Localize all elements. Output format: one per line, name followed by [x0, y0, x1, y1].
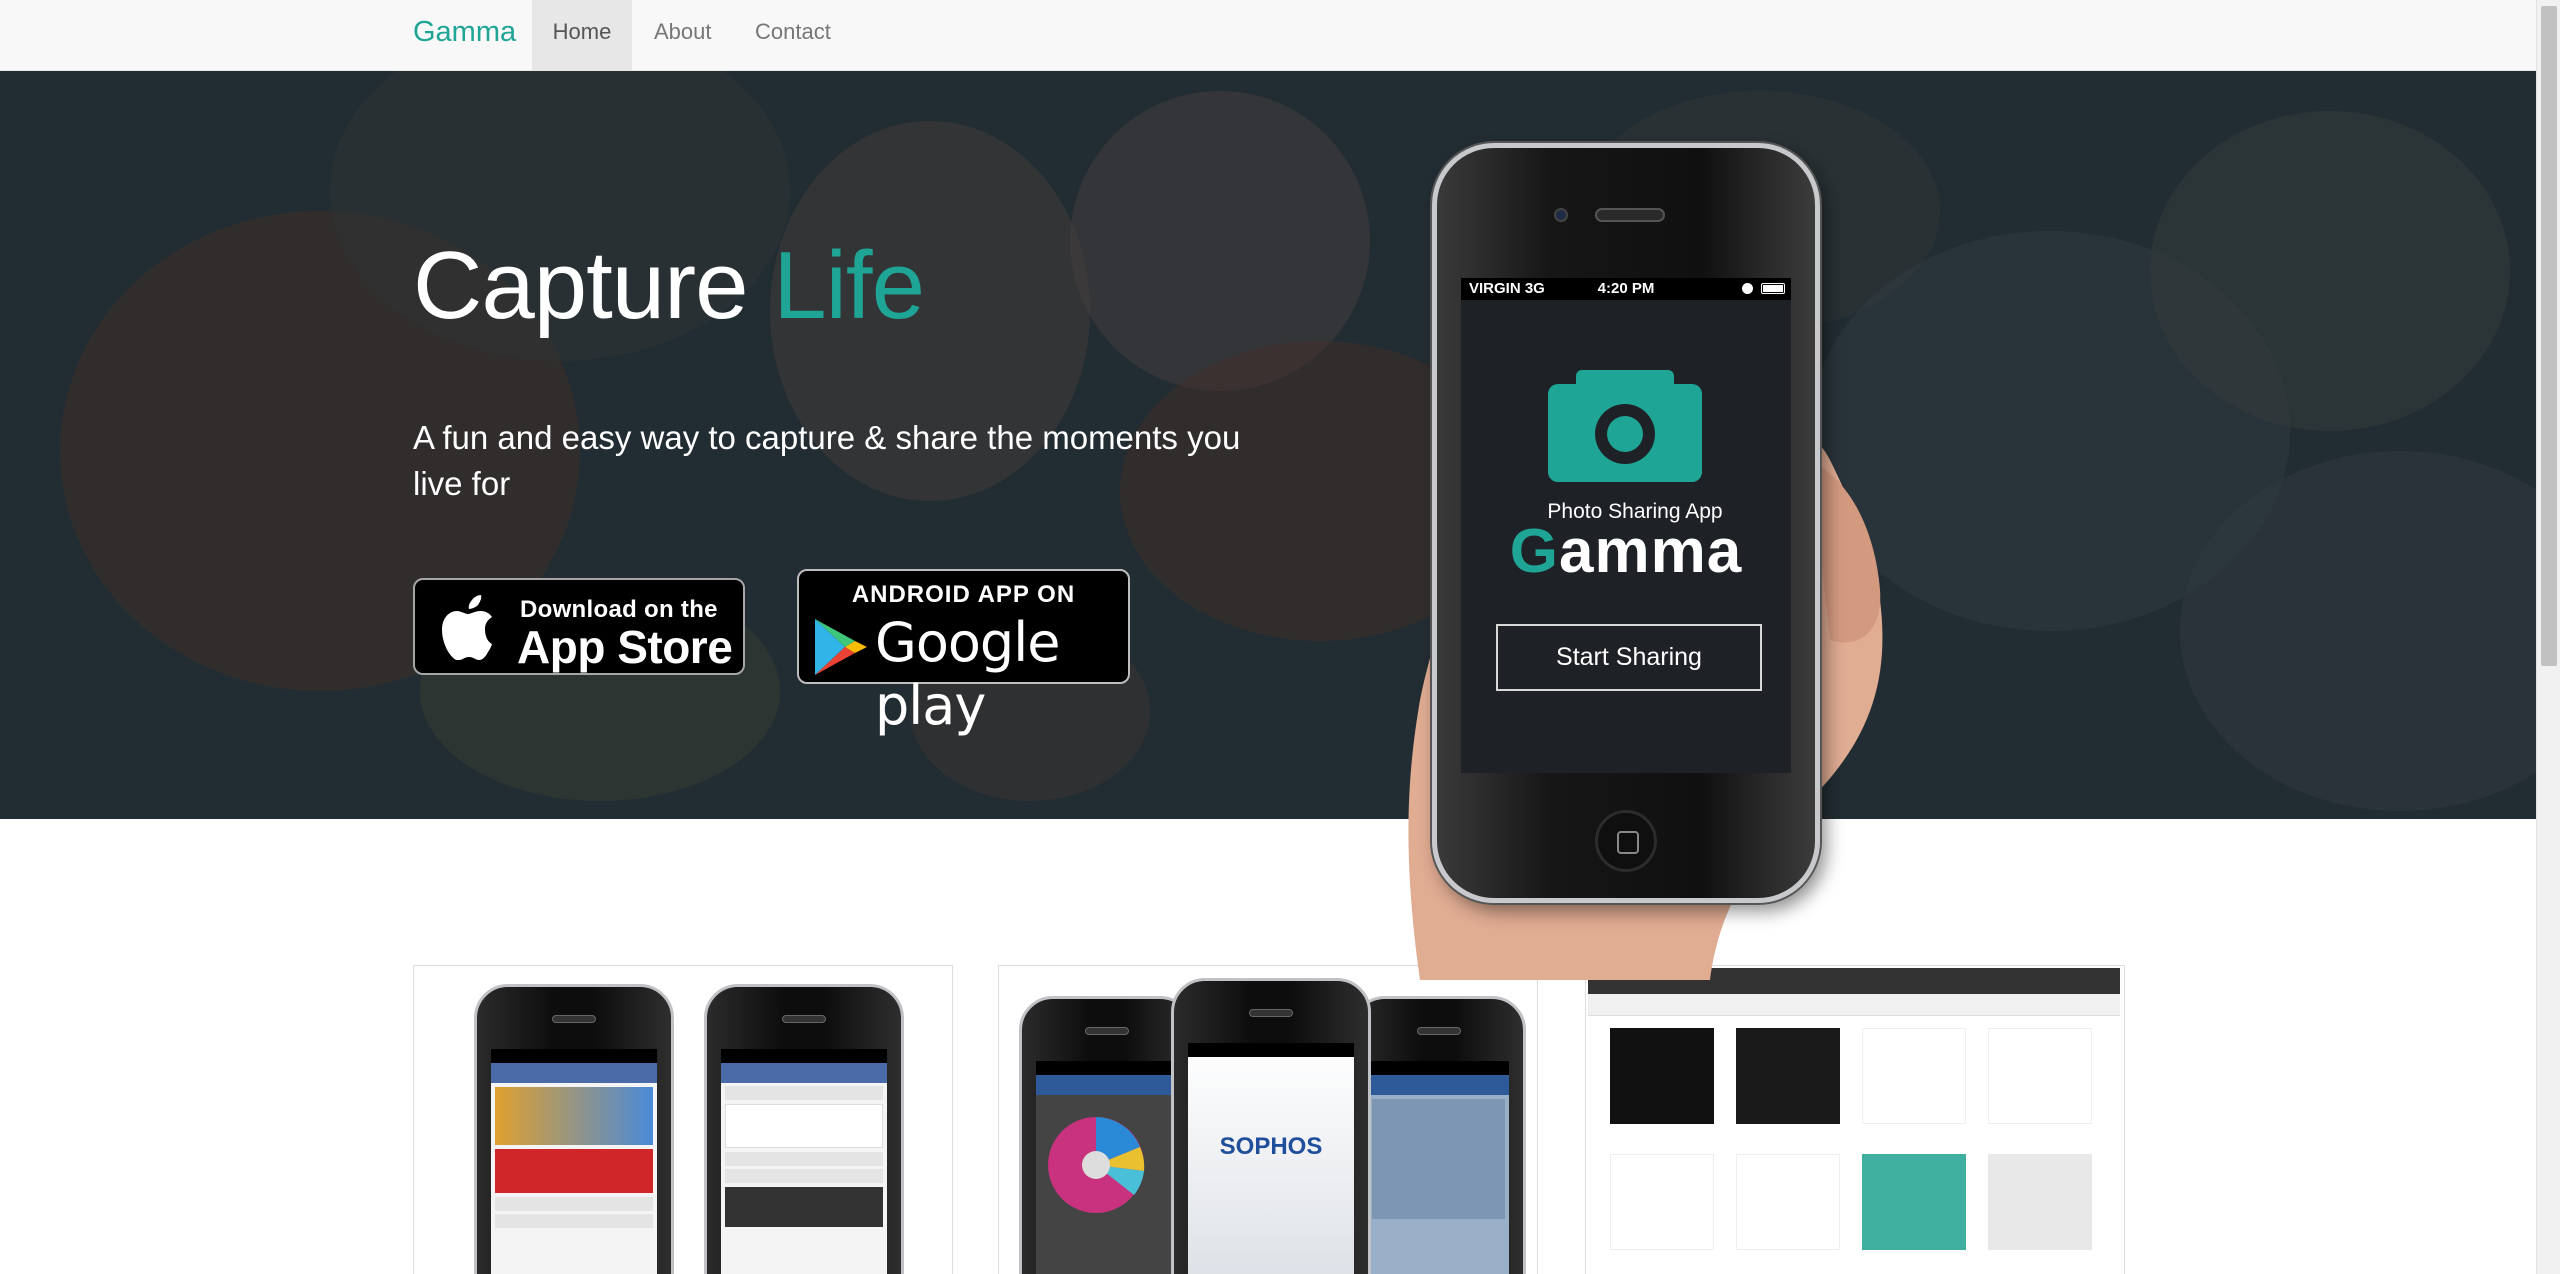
mini-nav-bar [491, 1063, 657, 1083]
mini-map [1372, 1099, 1505, 1219]
mini-app-tile [495, 1149, 653, 1193]
mini-phone [474, 984, 674, 1274]
hero-subheadline: A fun and easy way to capture & share th… [413, 419, 1241, 502]
headline-main: Capture [413, 232, 749, 339]
mini-site-tabs [1588, 994, 2120, 1016]
nav-home[interactable]: Home [532, 0, 632, 70]
mini-status-bar [491, 1049, 657, 1063]
page: Gamma Home About Contact Capture Life A … [0, 0, 2560, 1274]
phone-home-button [1595, 810, 1657, 872]
camera-icon [1548, 370, 1702, 482]
app-name-first: G [1509, 517, 1559, 586]
googleplay-line1: ANDROID APP ON [851, 581, 1076, 608]
mini-nav-bar [1368, 1075, 1509, 1095]
nav-contact[interactable]: Contact [755, 0, 831, 70]
mini-app-card [725, 1104, 883, 1148]
mini-shot-tile [1988, 1154, 2092, 1250]
mini-screen: SOPHOS [1188, 1043, 1354, 1274]
mini-nav-bar [721, 1063, 887, 1083]
mini-screen [491, 1049, 657, 1274]
mini-shot-tile [1862, 1154, 1966, 1250]
mini-video [725, 1187, 883, 1227]
google-play-badge[interactable]: ANDROID APP ON Google play [797, 569, 1130, 737]
headline-accent: Life [773, 232, 925, 339]
screenshot-thumbnail-2[interactable]: SOPHOS [998, 965, 1538, 1274]
mini-shot-tile [1988, 1028, 2092, 1124]
hero-overlay [0, 71, 2536, 819]
mini-phone [1351, 996, 1526, 1274]
apple-icon [442, 595, 492, 660]
mini-row [725, 1152, 883, 1166]
mini-shot-tile [1610, 1154, 1714, 1250]
hero-headline: Capture Life [413, 231, 925, 341]
mini-row [725, 1169, 883, 1183]
mini-screen [1036, 1061, 1177, 1274]
app-name-rest: amma [1559, 517, 1743, 586]
phone-camera-icon [1554, 208, 1568, 222]
mini-phone: SOPHOS [1171, 978, 1371, 1274]
mini-row [495, 1214, 653, 1228]
mini-phone [1019, 996, 1194, 1274]
mini-speaker [1416, 1027, 1461, 1035]
screenshot-thumbnail-1[interactable] [413, 965, 953, 1274]
appstore-line2: App Store [517, 621, 733, 673]
mini-status-bar [1036, 1061, 1177, 1075]
mini-speaker [552, 1015, 596, 1023]
app-store-badge[interactable]: Download on the App Store [413, 578, 745, 675]
mini-speaker [1249, 1009, 1293, 1017]
mini-screen [1368, 1061, 1509, 1274]
mini-banner [495, 1087, 653, 1145]
google-play-icon [815, 619, 867, 675]
mini-status-bar [1188, 1043, 1354, 1057]
nav-about[interactable]: About [654, 0, 712, 70]
screenshot-thumbnail-3[interactable] [1585, 965, 2125, 1274]
mini-speaker [782, 1015, 826, 1023]
app-name: Gamma [1461, 516, 1791, 587]
phone-speaker [1595, 208, 1665, 222]
googleplay-line2: Google play [875, 611, 1060, 737]
hero-section: Capture Life A fun and easy way to captu… [0, 71, 2536, 819]
start-sharing-button[interactable]: Start Sharing [1496, 624, 1762, 691]
rotation-lock-icon [1742, 283, 1753, 294]
mini-speaker [1084, 1027, 1129, 1035]
navbar: Gamma Home About Contact [0, 0, 2536, 71]
mini-shot-tile [1610, 1028, 1714, 1124]
mini-status-bar [721, 1049, 887, 1063]
mini-phone [704, 984, 904, 1274]
mini-row [725, 1086, 883, 1100]
phone-screen: VIRGIN 3G 4:20 PM Photo Sharing App Gamm… [1461, 278, 1791, 773]
mini-shot-tile [1736, 1154, 1840, 1250]
scrollbar-thumb[interactable] [2541, 6, 2557, 666]
battery-icon [1761, 283, 1785, 294]
mini-row [495, 1197, 653, 1211]
mini-shot-tile [1736, 1028, 1840, 1124]
mini-nav-bar [1036, 1075, 1177, 1095]
mini-status-bar [1368, 1061, 1509, 1075]
phone-status-bar: VIRGIN 3G 4:20 PM [1461, 278, 1791, 300]
hero-phone: VIRGIN 3G 4:20 PM Photo Sharing App Gamm… [1432, 143, 1820, 903]
mini-sophos-logo: SOPHOS [1219, 1133, 1323, 1160]
mini-screen [721, 1049, 887, 1274]
page-scrollbar[interactable] [2536, 0, 2560, 1274]
mini-shot-tile [1862, 1028, 1966, 1124]
mini-pie-chart [1048, 1117, 1145, 1213]
brand-logo[interactable]: Gamma [413, 0, 516, 71]
